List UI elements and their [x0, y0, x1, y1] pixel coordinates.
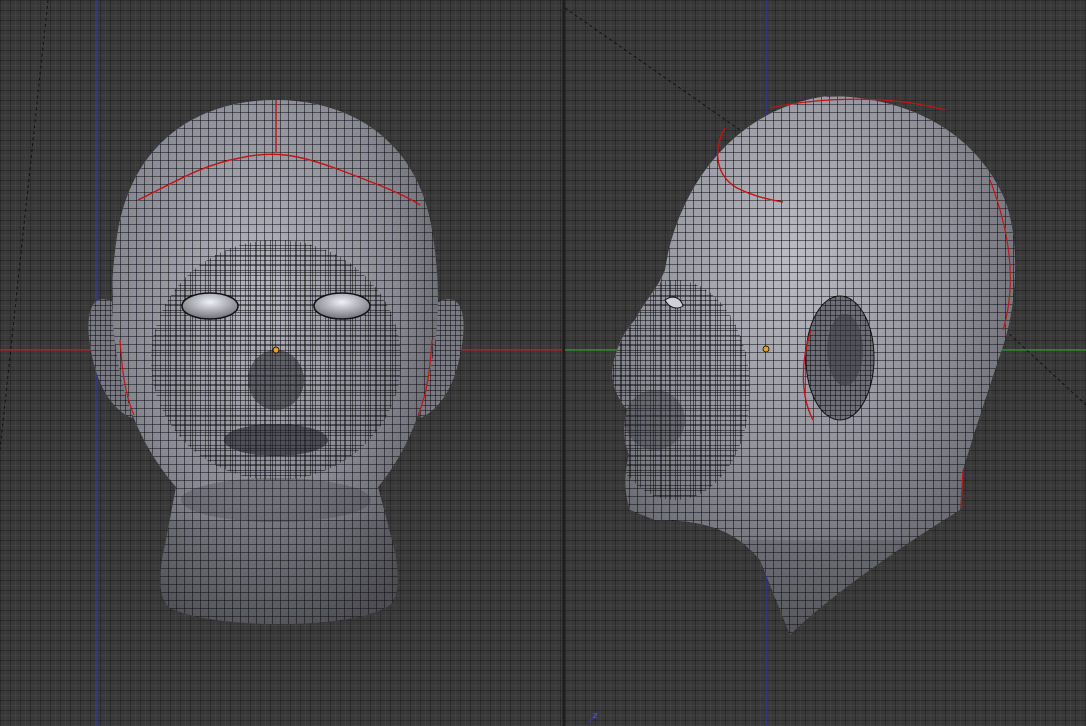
viewport-side[interactable]: z [565, 0, 1086, 726]
head-mesh-front[interactable] [88, 95, 464, 635]
camera-line-side [565, 7, 741, 131]
origin-dot-icon[interactable] [272, 346, 280, 354]
axis-gizmo-icon: z [588, 711, 598, 723]
origin-dot-icon-side[interactable] [762, 345, 770, 353]
viewport-front-canvas[interactable] [0, 0, 562, 726]
eye-left [181, 292, 239, 320]
eye-right [313, 292, 371, 320]
head-mesh-side[interactable] [600, 90, 1025, 640]
viewport-front[interactable] [0, 0, 562, 726]
camera-line [0, 0, 49, 451]
viewport-side-canvas[interactable]: z [565, 0, 1086, 726]
svg-text:z: z [593, 711, 597, 720]
